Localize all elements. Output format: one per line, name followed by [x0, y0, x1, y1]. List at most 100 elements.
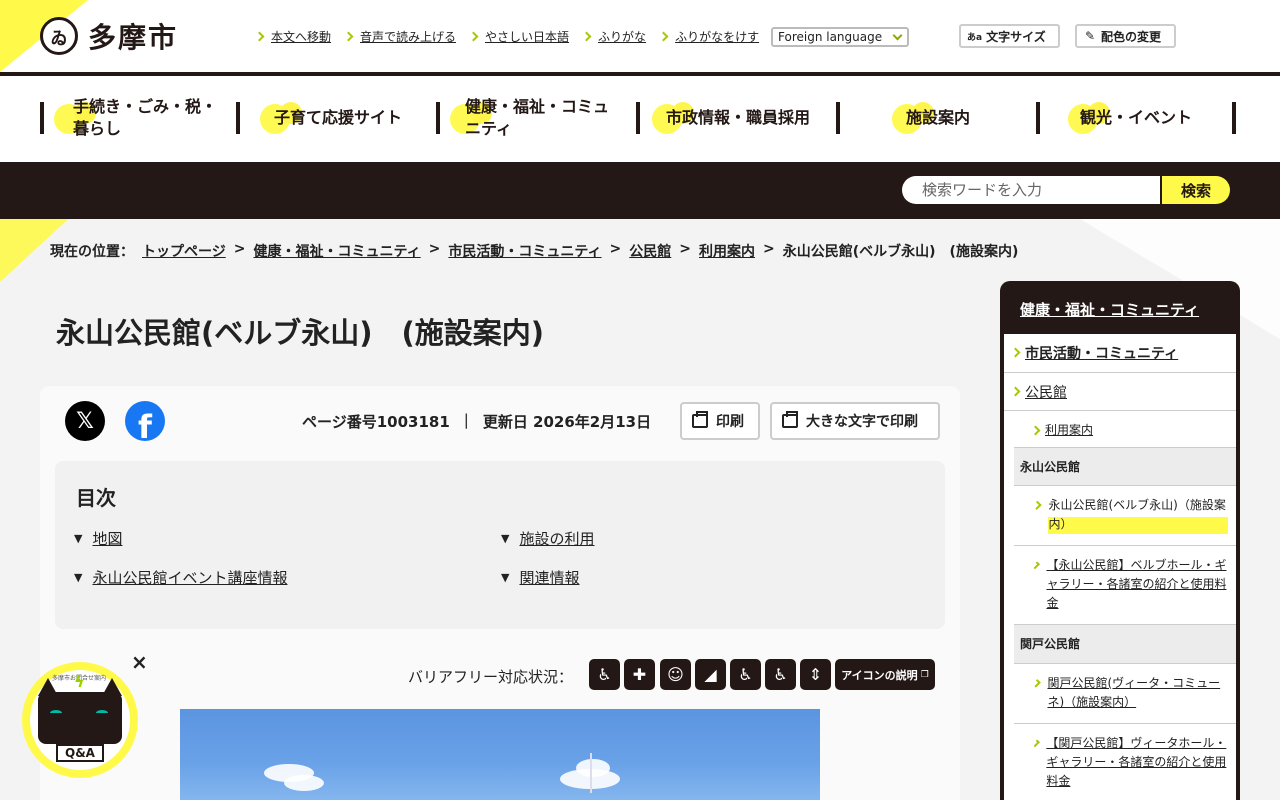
city-emblem-icon: ゐ	[40, 17, 78, 55]
yellow-corner-decoration	[0, 219, 90, 319]
nav-item-facilities[interactable]: 施設案内	[836, 102, 1036, 134]
sidebar-link-nagayama-facility[interactable]: 永山公民館(ベルブ永山)（施設案内）	[1014, 486, 1236, 546]
breadcrumb-separator: >	[609, 241, 622, 257]
antenna-shape	[590, 753, 592, 793]
toc-link[interactable]: 永山公民館イベント講座情報	[92, 567, 287, 588]
cat-eye-icon	[96, 710, 108, 716]
sidebar-link-nagayama-rooms[interactable]: 【永山公民館】ベルブホール・ギャラリー・各諸室の紹介と使用料金	[1014, 546, 1236, 625]
sidebar-item-label: 利用案内	[1045, 423, 1094, 437]
triangle-down-icon: ▼	[74, 571, 83, 584]
breadcrumb-link-top[interactable]: トップページ	[142, 241, 226, 261]
sidebar-link-label: 関戸公民館(ヴィータ・コミューネ)（施設案内）	[1047, 676, 1221, 710]
breadcrumb-separator: >	[428, 241, 441, 257]
breadcrumb-separator: >	[679, 241, 692, 257]
util-link-label: ふりがな	[598, 30, 647, 44]
nav-item-procedures[interactable]: 手続き・ごみ・税・暮らし	[40, 97, 240, 138]
facebook-icon: f	[138, 408, 152, 441]
x-share-button[interactable]: 𝕏	[65, 401, 105, 441]
nav-item-label: 子育て応援サイト	[273, 107, 402, 127]
updated-date: 更新日 2026年2月13日	[482, 413, 652, 431]
search-bar: 検索	[0, 162, 1280, 219]
new-window-icon: ❐	[920, 669, 929, 680]
lightning-icon: ϟ	[74, 672, 85, 691]
nav-item-tourism-events[interactable]: 観光・イベント	[1036, 102, 1236, 134]
breadcrumb-link-kominkan[interactable]: 公民館	[629, 241, 671, 261]
x-icon: 𝕏	[76, 408, 94, 434]
triangle-down-icon: ▼	[501, 532, 510, 545]
facility-photo	[180, 709, 820, 800]
chatbot-close-button[interactable]: ×	[131, 650, 148, 674]
sidebar-item-usage[interactable]: 利用案内	[1014, 411, 1236, 448]
toc-item-related[interactable]: ▼ 関連情報	[501, 567, 579, 588]
breadcrumb-link-health[interactable]: 健康・福祉・コミュニティ	[253, 241, 420, 261]
cat-mascot-icon	[38, 692, 122, 744]
remove-furigana-link[interactable]: ふりがなをけす	[658, 28, 760, 45]
first-aid-room-icon: ✚	[624, 659, 655, 690]
search-input[interactable]	[902, 176, 1160, 204]
breadcrumb: 現在の位置： トップページ > 健康・福祉・コミュニティ > 市民活動・コミュニ…	[50, 241, 1018, 261]
cloud-shape	[284, 775, 324, 791]
page-number: ページ番号1003181	[302, 413, 450, 431]
color-change-label: 配色の変更	[1101, 29, 1162, 44]
skip-to-content-link[interactable]: 本文へ移動	[254, 28, 331, 45]
utility-links: 本文へ移動 音声で読み上げる やさしい日本語 ふりがな ふりがなをけす	[254, 28, 760, 45]
nav-item-label: 観光・イベント	[1079, 107, 1192, 127]
read-aloud-link[interactable]: 音声で読み上げる	[343, 28, 456, 45]
toc-item-facility-use[interactable]: ▼ 施設の利用	[501, 528, 594, 549]
accessible-elevator-icon: ⇕	[800, 659, 831, 690]
breadcrumb-current: 永山公民館(ベルブ永山) (施設案内)	[782, 244, 1019, 260]
print-large-label: 大きな文字で印刷	[806, 413, 918, 429]
icon-explanation-link[interactable]: アイコンの説明 ❐	[835, 659, 935, 690]
chevron-right-icon	[1032, 561, 1041, 570]
language-select[interactable]: Foreign language	[771, 27, 909, 47]
breadcrumb-link-usage[interactable]: 利用案内	[699, 241, 755, 261]
furigana-link[interactable]: ふりがな	[581, 28, 647, 45]
triangle-down-icon: ▼	[501, 571, 510, 584]
sidebar-heading[interactable]: 健康・福祉・コミュニティ	[1020, 299, 1199, 320]
nav-item-city-info[interactable]: 市政情報・職員採用	[636, 102, 836, 134]
chevron-right-icon	[468, 31, 479, 42]
page-title: 永山公民館(ベルブ永山) (施設案内)	[56, 316, 545, 350]
sidebar-link-sekido-rooms[interactable]: 【関戸公民館】ヴィータホール・ギャラリー・各諸室の紹介と使用料金	[1014, 724, 1236, 800]
nav-item-label: 施設案内	[905, 107, 970, 127]
chevron-right-icon	[1030, 425, 1041, 436]
sidebar-item-kominkan[interactable]: 公民館	[1004, 373, 1236, 411]
util-link-label: やさしい日本語	[485, 30, 570, 44]
language-select-value: Foreign language	[778, 30, 883, 44]
meta-divider: |	[463, 411, 469, 429]
breadcrumb-link-community[interactable]: 市民活動・コミュニティ	[448, 241, 601, 261]
easy-japanese-link[interactable]: やさしい日本語	[468, 28, 570, 45]
sidebar-item-label: 公民館	[1025, 385, 1067, 401]
print-button[interactable]: 印刷	[680, 402, 760, 440]
sidebar-link-sekido-facility[interactable]: 関戸公民館(ヴィータ・コミューネ)（施設案内）	[1014, 664, 1236, 724]
chatbot-qa-badge: Q&A	[56, 744, 104, 762]
font-size-label: 文字サイズ	[986, 29, 1046, 44]
sidebar-group-sekido: 関戸公民館	[1014, 625, 1236, 664]
triangle-down-icon: ▼	[74, 532, 83, 545]
font-size-button[interactable]: あa 文字サイズ	[959, 24, 1060, 48]
sidebar-link-label-current: 永山公民館(ベルブ永山)（施設案内）	[1048, 496, 1228, 535]
color-change-button[interactable]: ✎ 配色の変更	[1075, 24, 1176, 48]
chevron-right-icon	[1010, 347, 1021, 358]
accessible-toilet-icon: ♿	[589, 659, 620, 690]
accessible-parking-icon: ♿	[730, 659, 761, 690]
page-meta: ページ番号1003181 | 更新日 2026年2月13日	[302, 411, 651, 432]
nav-item-childcare[interactable]: 子育て応援サイト	[236, 102, 436, 134]
printer-icon	[692, 411, 708, 428]
chevron-right-icon	[1010, 386, 1021, 397]
site-header: ゐ 多摩市 本文へ移動 音声で読み上げる やさしい日本語 ふりがな ふりがなをけ…	[0, 0, 1280, 72]
toc-item-events[interactable]: ▼ 永山公民館イベント講座情報	[74, 567, 287, 588]
toc-link[interactable]: 関連情報	[519, 567, 579, 588]
nav-item-health-welfare[interactable]: 健康・福祉・コミュニティ	[436, 97, 636, 138]
logo-text: 多摩市	[88, 21, 179, 54]
search-button[interactable]: 検索	[1162, 176, 1230, 204]
print-large-button[interactable]: 大きな文字で印刷	[770, 402, 940, 440]
toc-link[interactable]: 地図	[92, 528, 122, 549]
util-link-label: ふりがなをけす	[675, 30, 760, 44]
facebook-share-button[interactable]: f	[125, 401, 165, 441]
toc-link[interactable]: 施設の利用	[519, 528, 594, 549]
site-logo[interactable]: ゐ 多摩市	[40, 16, 178, 56]
toc-item-map[interactable]: ▼ 地図	[74, 528, 122, 549]
sidebar-item-community[interactable]: 市民活動・コミュニティ	[1004, 334, 1236, 373]
breadcrumb-prefix: 現在の位置：	[50, 244, 134, 260]
